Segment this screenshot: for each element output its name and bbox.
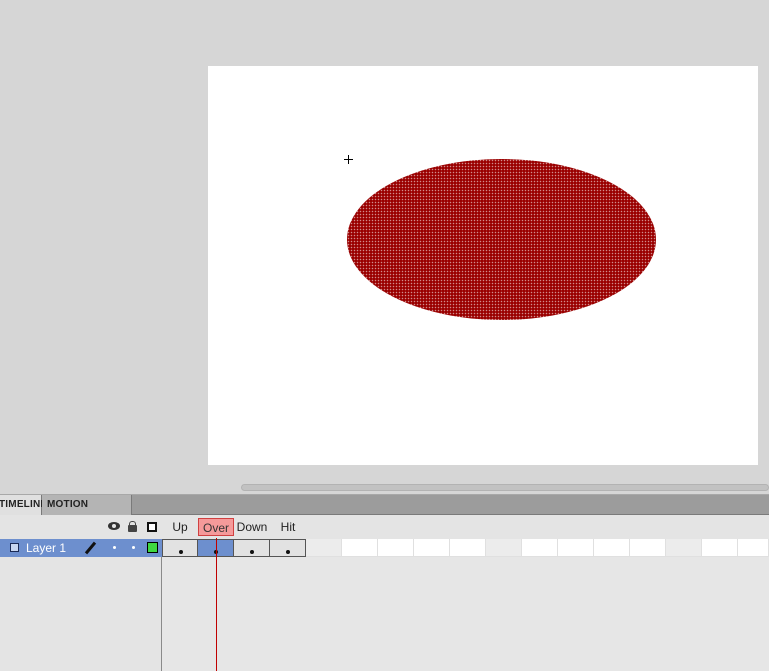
keyframe-dot — [250, 550, 254, 554]
tab-timeline[interactable]: TIMELINE — [0, 495, 47, 515]
tab-motion-editor[interactable]: MOTION EDITOR — [42, 495, 132, 530]
outline-icon[interactable] — [147, 522, 157, 532]
layer-row[interactable]: Layer 1 — [0, 539, 769, 557]
empty-frame[interactable] — [306, 539, 342, 557]
keyframe-hit[interactable] — [270, 539, 306, 557]
frame-label-over[interactable]: Over — [198, 518, 234, 536]
stage-canvas[interactable] — [208, 66, 758, 465]
eye-icon[interactable] — [108, 522, 120, 530]
pencil-icon — [84, 541, 97, 555]
empty-frame[interactable] — [414, 539, 450, 557]
panel-tabs: TIMELINE MOTION EDITOR — [0, 495, 769, 530]
empty-frame[interactable] — [738, 539, 769, 557]
frames-empty-area[interactable] — [162, 557, 769, 671]
empty-frame[interactable] — [378, 539, 414, 557]
empty-frame[interactable] — [342, 539, 378, 557]
empty-frame[interactable] — [666, 539, 702, 557]
scrollbar-thumb[interactable] — [241, 484, 769, 491]
keyframe-dot — [179, 550, 183, 554]
playhead[interactable] — [216, 538, 217, 671]
layer-frames[interactable] — [162, 539, 769, 557]
layer-icon — [10, 543, 19, 552]
frame-label-down[interactable]: Down — [234, 518, 270, 536]
empty-frame[interactable] — [450, 539, 486, 557]
keyframe-up[interactable] — [162, 539, 198, 557]
layer-list-empty-area[interactable] — [0, 557, 162, 671]
layer-outline-color[interactable] — [147, 542, 158, 553]
empty-frame[interactable] — [486, 539, 522, 557]
timeline-header: Up Over Down Hit — [0, 515, 769, 539]
empty-frame[interactable] — [630, 539, 666, 557]
frame-label-up[interactable]: Up — [162, 518, 198, 536]
layer-info[interactable]: Layer 1 — [0, 539, 162, 557]
keyframe-dot — [286, 550, 290, 554]
visibility-dot[interactable] — [113, 546, 116, 549]
empty-frame[interactable] — [522, 539, 558, 557]
timeline-panel: TIMELINE MOTION EDITOR Up Over Down Hit … — [0, 494, 769, 671]
frame-label-hit[interactable]: Hit — [270, 518, 306, 536]
empty-frame[interactable] — [558, 539, 594, 557]
keyframe-down[interactable] — [234, 539, 270, 557]
layer-header-icons — [0, 515, 162, 539]
red-oval-shape[interactable] — [347, 159, 656, 320]
stage-horizontal-scrollbar[interactable] — [0, 480, 769, 494]
empty-frame[interactable] — [702, 539, 738, 557]
layer-name[interactable]: Layer 1 — [26, 539, 66, 557]
lock-icon[interactable] — [128, 521, 137, 532]
stage-area — [0, 0, 769, 480]
crosshair-icon — [344, 155, 353, 164]
empty-frame[interactable] — [594, 539, 630, 557]
lock-dot[interactable] — [132, 546, 135, 549]
